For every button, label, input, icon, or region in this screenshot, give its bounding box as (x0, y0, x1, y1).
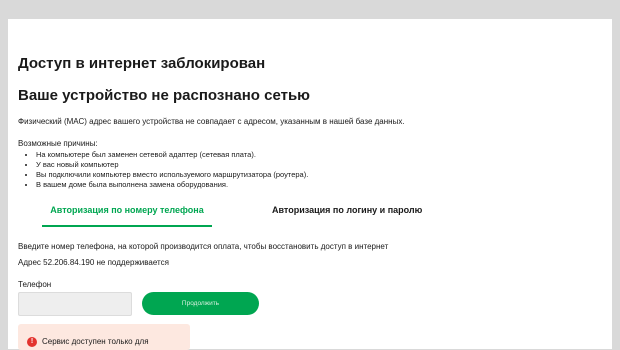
page-title: Доступ в интернет заблокирован (18, 55, 266, 72)
tab-phone-auth[interactable]: Авторизация по номеру телефона (42, 205, 212, 227)
continue-button[interactable]: Продолжить (142, 292, 259, 315)
service-alert: ! Сервис доступен только для (18, 324, 190, 350)
phone-input[interactable] (18, 292, 132, 316)
list-item: На компьютере был заменен сетевой адапте… (36, 150, 308, 160)
auth-tabs: Авторизация по номеру телефона Авторизац… (42, 205, 452, 227)
page-subtitle: Ваше устройство не распознано сетью (18, 87, 310, 104)
list-item: В вашем доме была выполнена замена обору… (36, 180, 308, 190)
phone-hint: Введите номер телефона, на которой произ… (18, 242, 389, 251)
reasons-title: Возможные причины: (18, 139, 98, 148)
main-card: Доступ в интернет заблокирован Ваше устр… (8, 19, 612, 350)
exclamation-icon: ! (27, 337, 37, 347)
phone-label: Телефон (18, 280, 52, 289)
list-item: Вы подключили компьютер вместо используе… (36, 170, 308, 180)
address-note: Адрес 52.206.84.190 не поддерживается (18, 258, 169, 267)
alert-text: Сервис доступен только для (42, 337, 149, 346)
tab-login-auth[interactable]: Авторизация по логину и паролю (272, 205, 422, 225)
mac-mismatch-note: Физический (МАС) адрес вашего устройства… (18, 117, 405, 126)
reasons-list: На компьютере был заменен сетевой адапте… (18, 150, 308, 190)
list-item: У вас новый компьютер (36, 160, 308, 170)
